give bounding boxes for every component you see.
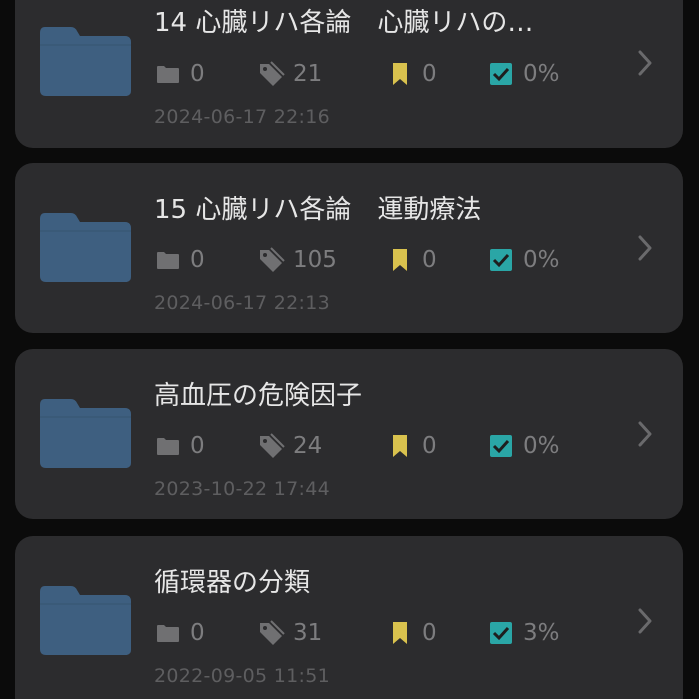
subfolder-count: 0 (154, 618, 205, 648)
bookmark-icon (386, 247, 414, 273)
folder-stats: 0 31 0 3% (154, 618, 634, 648)
chevron-right-icon (638, 235, 652, 261)
bookmark-count-value: 0 (422, 247, 437, 273)
progress-percent-value: 3% (523, 620, 560, 646)
bookmark-icon (386, 620, 414, 646)
folder-list: 14 心臓リハ各論 心臓リハの… 0 21 0 0% 2024-06-17 22… (0, 0, 699, 699)
folder-icon (40, 586, 131, 655)
tag-count: 105 (257, 245, 337, 275)
tag-count-value: 105 (293, 247, 337, 273)
subfolder-count-value: 0 (190, 433, 205, 459)
folder-small-icon (154, 247, 182, 273)
progress-percent-value: 0% (523, 433, 560, 459)
chevron-right-icon (638, 421, 652, 447)
folder-icon (40, 399, 131, 468)
progress-percent: 0% (487, 245, 560, 275)
tag-count: 21 (257, 59, 322, 89)
bookmark-count: 0 (386, 618, 437, 648)
bookmark-count: 0 (386, 59, 437, 89)
subfolder-count-value: 0 (190, 247, 205, 273)
folder-date: 2022-09-05 11:51 (154, 665, 331, 687)
progress-percent: 0% (487, 59, 560, 89)
tag-icon (257, 433, 285, 459)
bookmark-count-value: 0 (422, 620, 437, 646)
folder-title: 15 心臓リハ各論 運動療法 (154, 195, 482, 225)
progress-percent: 3% (487, 618, 560, 648)
folder-title: 14 心臓リハ各論 心臓リハの… (154, 8, 534, 38)
folder-title: 循環器の分類 (154, 568, 311, 598)
progress-percent-value: 0% (523, 61, 560, 87)
folder-date: 2023-10-22 17:44 (154, 478, 331, 500)
folder-card[interactable]: 循環器の分類 0 31 0 3% 2022-09-05 11:51 (15, 536, 683, 699)
subfolder-count-value: 0 (190, 620, 205, 646)
progress-percent: 0% (487, 431, 560, 461)
folder-stats: 0 21 0 0% (154, 59, 634, 89)
checkbox-checked-icon (487, 433, 515, 459)
tag-count: 31 (257, 618, 322, 648)
chevron-right-icon (638, 608, 652, 634)
bookmark-count-value: 0 (422, 433, 437, 459)
tag-icon (257, 620, 285, 646)
folder-title: 高血圧の危険因子 (154, 381, 363, 411)
bookmark-icon (386, 433, 414, 459)
tag-count: 24 (257, 431, 322, 461)
subfolder-count: 0 (154, 59, 205, 89)
tag-icon (257, 61, 285, 87)
progress-percent-value: 0% (523, 247, 560, 273)
folder-small-icon (154, 620, 182, 646)
bookmark-icon (386, 61, 414, 87)
chevron-right-icon (638, 50, 652, 76)
folder-date: 2024-06-17 22:13 (154, 292, 331, 314)
folder-card[interactable]: 15 心臓リハ各論 運動療法 0 105 0 0% 2024-06-17 22:… (15, 163, 683, 333)
tag-icon (257, 247, 285, 273)
checkbox-checked-icon (487, 61, 515, 87)
folder-card[interactable]: 14 心臓リハ各論 心臓リハの… 0 21 0 0% 2024-06-17 22… (15, 0, 683, 148)
subfolder-count: 0 (154, 431, 205, 461)
checkbox-checked-icon (487, 620, 515, 646)
folder-icon (40, 213, 131, 282)
folder-date: 2024-06-17 22:16 (154, 106, 331, 128)
folder-stats: 0 24 0 0% (154, 431, 634, 461)
tag-count-value: 24 (293, 433, 323, 459)
folder-stats: 0 105 0 0% (154, 245, 634, 275)
bookmark-count-value: 0 (422, 61, 437, 87)
tag-count-value: 21 (293, 61, 323, 87)
folder-card[interactable]: 高血圧の危険因子 0 24 0 0% 2023-10-22 17:44 (15, 349, 683, 519)
subfolder-count-value: 0 (190, 61, 205, 87)
subfolder-count: 0 (154, 245, 205, 275)
tag-count-value: 31 (293, 620, 323, 646)
bookmark-count: 0 (386, 431, 437, 461)
bookmark-count: 0 (386, 245, 437, 275)
folder-small-icon (154, 61, 182, 87)
folder-small-icon (154, 433, 182, 459)
checkbox-checked-icon (487, 247, 515, 273)
folder-icon (40, 27, 131, 96)
